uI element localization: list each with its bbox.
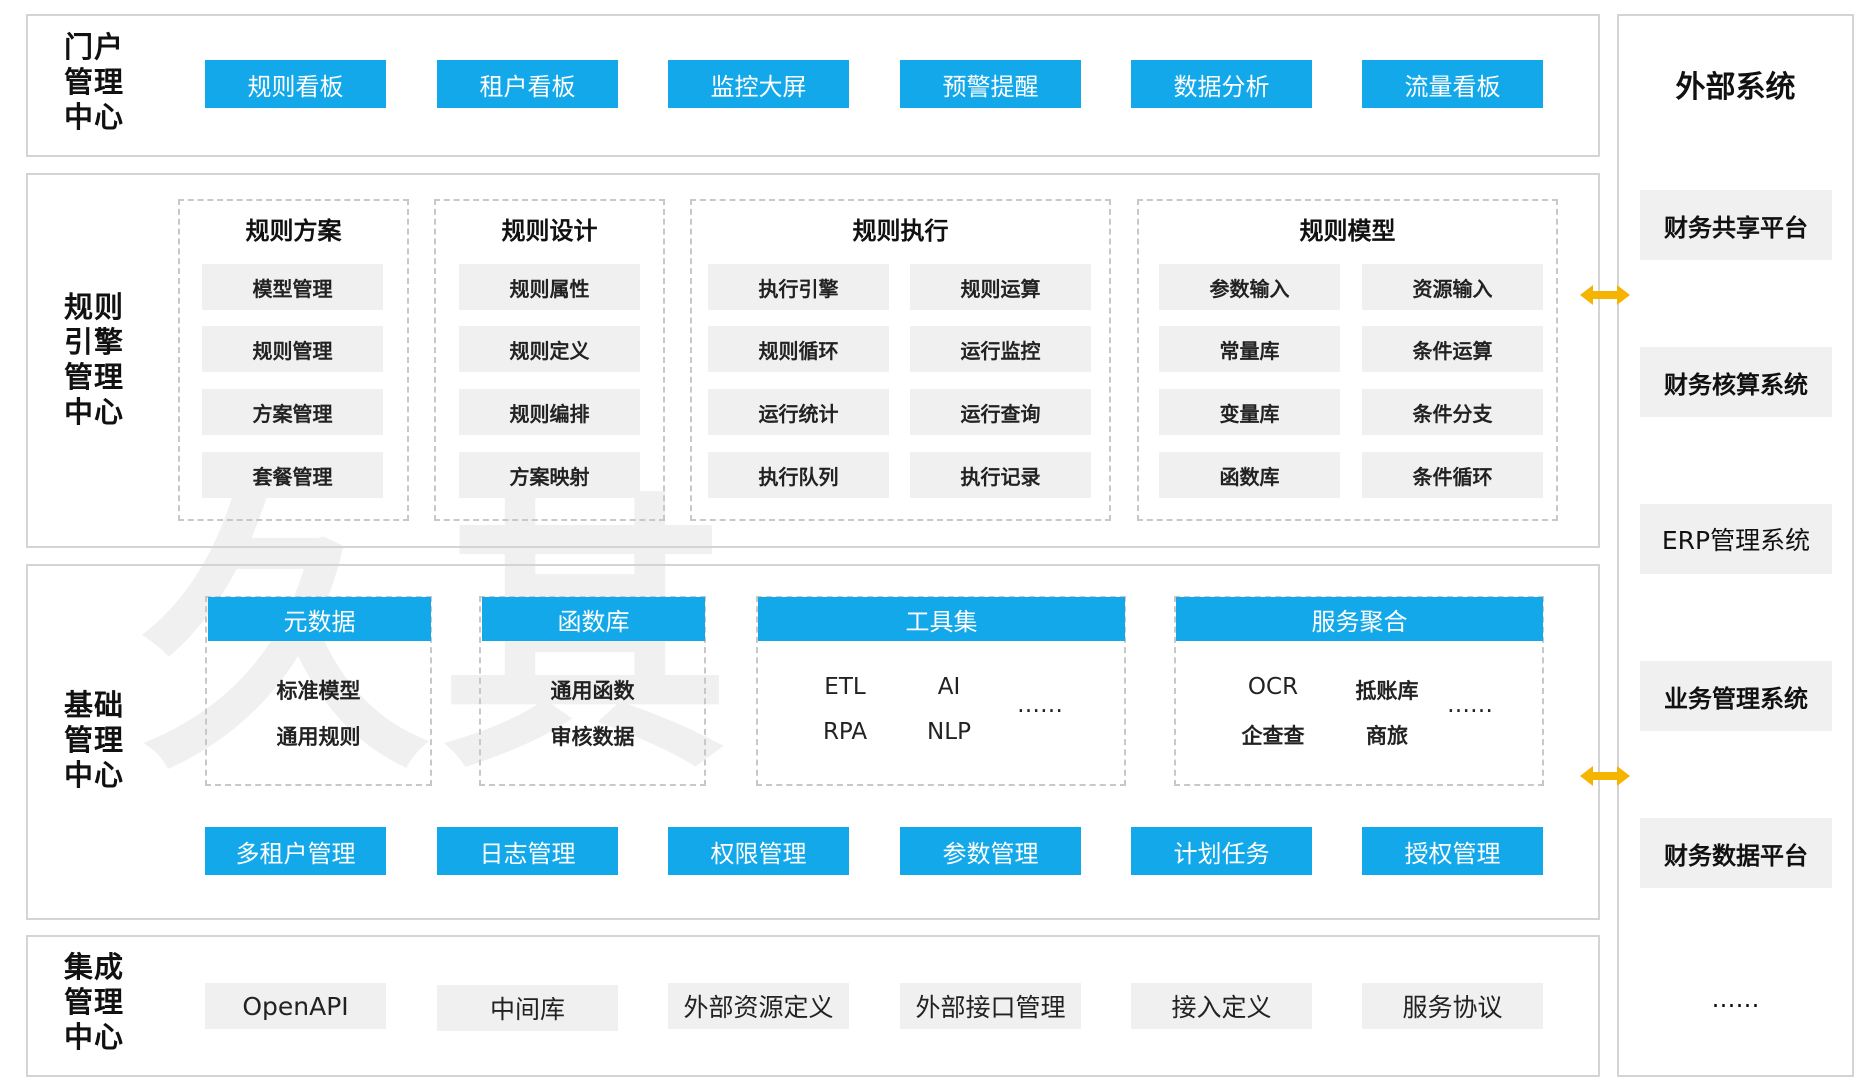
service-aggregation-header[interactable]: 服务聚合 — [1176, 597, 1543, 641]
rule-design-item[interactable]: 规则定义 — [459, 326, 640, 372]
external-system-item[interactable]: 财务数据平台 — [1640, 818, 1832, 888]
integration-button-intermediate-db[interactable]: 中间库 — [437, 985, 618, 1031]
external-systems-more: …… — [1711, 985, 1760, 1013]
rule-execution-item[interactable]: 执行记录 — [910, 452, 1091, 498]
toolset-item: ETL — [824, 674, 866, 700]
double-arrow-icon — [1580, 766, 1630, 786]
rule-execution-item[interactable]: 执行队列 — [708, 452, 889, 498]
metadata-header[interactable]: 元数据 — [208, 597, 431, 641]
rule-execution-item[interactable]: 规则运算 — [910, 264, 1091, 310]
external-systems-title: 外部系统 — [1675, 70, 1796, 105]
rule-model-item[interactable]: 条件运算 — [1362, 326, 1543, 372]
double-arrow-icon — [1580, 285, 1630, 305]
external-system-item[interactable]: 财务核算系统 — [1640, 347, 1832, 417]
base-button-parameter[interactable]: 参数管理 — [900, 827, 1081, 875]
service-aggregation-item: 企查查 — [1241, 724, 1305, 748]
base-label: 基础 管理 中心 — [64, 688, 125, 792]
external-system-item[interactable]: ERP管理系统 — [1640, 504, 1832, 574]
rule-execution-item[interactable]: 规则循环 — [708, 326, 889, 372]
rule-execution-item[interactable]: 运行统计 — [708, 389, 889, 435]
rule-scheme-title: 规则方案 — [245, 217, 342, 245]
rule-execution-item[interactable]: 执行引擎 — [708, 264, 889, 310]
portal-button-tenant-board[interactable]: 租户看板 — [437, 60, 618, 108]
external-system-item[interactable]: 财务共享平台 — [1640, 190, 1832, 260]
integration-button-external-resource[interactable]: 外部资源定义 — [668, 983, 849, 1029]
rule-model-item[interactable]: 常量库 — [1159, 326, 1340, 372]
metadata-item: 标准模型 — [276, 679, 361, 703]
rule-model-item[interactable]: 资源输入 — [1362, 264, 1543, 310]
metadata-item: 通用规则 — [276, 725, 361, 749]
integration-button-openapi[interactable]: OpenAPI — [205, 983, 386, 1029]
function-library-header[interactable]: 函数库 — [482, 597, 705, 641]
rule-scheme-item[interactable]: 规则管理 — [202, 326, 383, 372]
rule-execution-item[interactable]: 运行监控 — [910, 326, 1091, 372]
service-aggregation-more: …… — [1447, 692, 1493, 718]
base-button-authorization[interactable]: 授权管理 — [1362, 827, 1543, 875]
rule-model-item[interactable]: 函数库 — [1159, 452, 1340, 498]
rule-model-item[interactable]: 条件循环 — [1362, 452, 1543, 498]
rule-model-item[interactable]: 变量库 — [1159, 389, 1340, 435]
integration-button-external-interface[interactable]: 外部接口管理 — [900, 983, 1081, 1029]
base-button-scheduled-task[interactable]: 计划任务 — [1131, 827, 1312, 875]
service-aggregation-item: 商旅 — [1366, 724, 1408, 748]
rule-execution-item[interactable]: 运行查询 — [910, 389, 1091, 435]
rule-execution-title: 规则执行 — [852, 217, 949, 245]
base-button-log[interactable]: 日志管理 — [437, 827, 618, 875]
toolset-item: RPA — [822, 719, 868, 745]
rule-design-item[interactable]: 规则属性 — [459, 264, 640, 310]
rule-design-item[interactable]: 规则编排 — [459, 389, 640, 435]
toolset-more: …… — [1017, 692, 1063, 718]
toolset-item: AI — [937, 674, 961, 700]
portal-label: 门户 管理 中心 — [64, 30, 125, 134]
external-system-item[interactable]: 业务管理系统 — [1640, 661, 1832, 731]
service-aggregation-item: 抵账库 — [1355, 679, 1419, 703]
rule-scheme-item[interactable]: 模型管理 — [202, 264, 383, 310]
integration-button-access-definition[interactable]: 接入定义 — [1131, 983, 1312, 1029]
service-aggregation-item: OCR — [1247, 674, 1299, 700]
toolset-header[interactable]: 工具集 — [758, 597, 1125, 641]
rule-design-title: 规则设计 — [501, 217, 598, 245]
function-library-item: 审核数据 — [550, 725, 635, 749]
rule-design-item[interactable]: 方案映射 — [459, 452, 640, 498]
base-button-multi-tenant[interactable]: 多租户管理 — [205, 827, 386, 875]
portal-button-rule-board[interactable]: 规则看板 — [205, 60, 386, 108]
integration-label: 集成 管理 中心 — [64, 950, 125, 1054]
portal-button-traffic-board[interactable]: 流量看板 — [1362, 60, 1543, 108]
base-button-permission[interactable]: 权限管理 — [668, 827, 849, 875]
portal-button-alert[interactable]: 预警提醒 — [900, 60, 1081, 108]
integration-button-service-protocol[interactable]: 服务协议 — [1362, 983, 1543, 1029]
portal-button-monitor-screen[interactable]: 监控大屏 — [668, 60, 849, 108]
function-library-item: 通用函数 — [550, 679, 635, 703]
toolset-item: NLP — [927, 719, 971, 745]
rule-model-title: 规则模型 — [1299, 217, 1396, 245]
rule-scheme-item[interactable]: 套餐管理 — [202, 452, 383, 498]
portal-button-data-analysis[interactable]: 数据分析 — [1131, 60, 1312, 108]
rule-model-item[interactable]: 条件分支 — [1362, 389, 1543, 435]
rule-engine-label: 规则 引擎 管理 中心 — [64, 290, 125, 429]
rule-model-item[interactable]: 参数输入 — [1159, 264, 1340, 310]
rule-scheme-item[interactable]: 方案管理 — [202, 389, 383, 435]
